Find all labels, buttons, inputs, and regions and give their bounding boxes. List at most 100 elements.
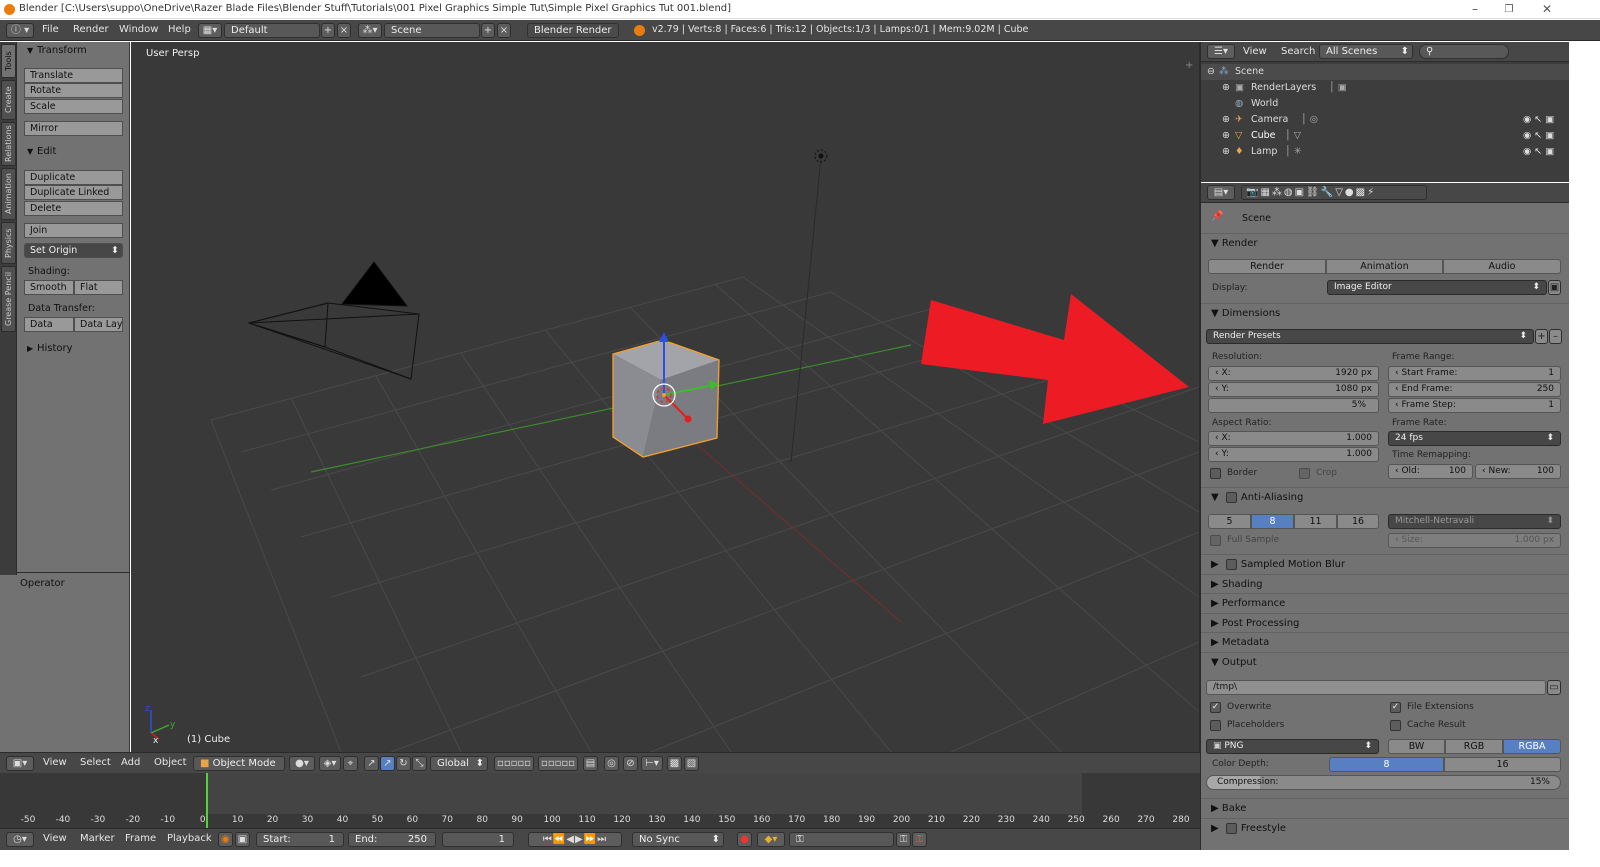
post-processing-panel-header[interactable]: ▶ Post Processing [1201,613,1569,632]
scene-name-field[interactable]: Scene [384,23,480,38]
cache-result-checkbox[interactable] [1390,720,1401,731]
flat-button[interactable]: Flat [74,280,123,295]
menu-select[interactable]: Select [80,757,111,768]
snap-toggle-icon[interactable]: ⊘ [623,756,638,771]
layout-name-field[interactable]: Default [224,23,320,38]
outliner-search-input[interactable]: ⚲ [1419,44,1509,59]
insert-keyframe-icon[interactable]: ⚿ [896,832,911,847]
timeline-menu-frame[interactable]: Frame [125,833,156,844]
border-checkbox[interactable] [1210,468,1221,479]
editor-type-properties-icon[interactable]: ▤▾ [1207,185,1235,200]
object-mode-dropdown[interactable]: ■ Object Mode⬍ [193,756,285,771]
join-button[interactable]: Join [24,223,123,238]
freestyle-panel-header[interactable]: ▶ Freestyle [1201,818,1569,837]
delete-keyframe-icon[interactable]: ⚿ [912,832,927,847]
timeline-menu-marker[interactable]: Marker [80,833,115,844]
color-depth-8[interactable]: 8 [1329,757,1444,772]
outliner-menu-search[interactable]: Search [1281,46,1315,57]
anti-aliasing-checkbox[interactable] [1225,491,1237,503]
placeholders-checkbox[interactable] [1210,720,1221,731]
anti-aliasing-panel-header[interactable]: ▼ Anti-Aliasing [1201,487,1569,506]
animation-button[interactable]: Animation [1326,259,1443,274]
display-dropdown[interactable]: Image Editor ⬍ [1327,280,1547,295]
add-preset-icon[interactable]: + [1535,329,1548,344]
start-frame-field[interactable]: Start: 1 [256,832,344,847]
file-format-dropdown[interactable]: ▣ PNG ⬍ [1206,739,1379,754]
menu-window[interactable]: Window [119,24,158,35]
manipulator-toggle-icon[interactable]: ⌖ [343,756,358,771]
layers-row2-icon[interactable]: ▫▫▫▫▫ [538,756,578,771]
aa-samples-5[interactable]: 5 [1208,514,1251,529]
file-extensions-checkbox[interactable]: ✓ [1390,702,1401,713]
editor-type-info-icon[interactable]: ⓘ ▾ [6,23,34,38]
mirror-button[interactable]: Mirror [24,121,123,136]
record-button-icon[interactable]: ● [737,832,752,847]
outliner-row-cube[interactable]: ⊕ ▽ Cube │ ▽ ◉ ↖ ▣ [1201,128,1569,144]
outliner-row-camera[interactable]: ⊕ ✈ Camera │ ◎ ◉ ↖ ▣ [1201,112,1569,128]
performance-panel-header[interactable]: ▶ Performance [1201,593,1569,612]
outliner-row-scene[interactable]: ⊖ ⁂ Scene [1201,64,1569,80]
freestyle-checkbox[interactable] [1225,822,1237,834]
output-panel-header[interactable]: ▼ Output [1201,652,1569,671]
aa-samples-16[interactable]: 16 [1337,514,1379,529]
add-scene-icon[interactable]: + [481,23,495,38]
data-layout-button[interactable]: Data Layo [74,317,123,332]
history-panel-header[interactable]: ▶ History [17,340,130,358]
set-origin-dropdown[interactable]: Set Origin ⬍ [24,243,123,258]
browse-folder-icon[interactable]: ▭ [1547,680,1561,695]
time-remap-old-field[interactable]: ‹ Old: 100 [1388,464,1473,479]
opengl-anim-icon[interactable]: ▧ [684,756,699,771]
compression-slider[interactable]: Compression: 15% [1206,775,1561,790]
sync-mode-dropdown[interactable]: No Sync ⬍ [632,832,724,847]
time-remap-new-field[interactable]: ‹ New: 100 [1475,464,1561,479]
menu-help[interactable]: Help [168,24,191,35]
render-panel-header[interactable]: ▼ Render [1201,233,1569,252]
lock-range-icon[interactable]: ▣ [235,832,250,847]
aa-size-field[interactable]: ‹ Size: 1.000 px [1388,533,1561,548]
resolution-x-field[interactable]: ‹ X: 1920 px [1208,366,1379,381]
outliner-row-renderlayers[interactable]: ⊕ ▣ RenderLayers │ ▣ [1201,80,1569,96]
menu-file[interactable]: File [42,24,59,35]
outliner-row-lamp[interactable]: ⊕ ♦ Lamp │ ✳ ◉ ↖ ▣ [1201,144,1569,160]
display-options-icon[interactable]: ▣ [1548,280,1561,295]
translate-button[interactable]: Translate [24,68,123,83]
operator-panel-header[interactable]: ▼Operator [0,575,130,593]
aspect-y-field[interactable]: ‹ Y: 1.000 [1208,447,1379,462]
remove-scene-icon[interactable]: × [497,23,511,38]
aa-filter-dropdown[interactable]: Mitchell-Netravali ⬍ [1388,514,1561,529]
pivot-point-icon[interactable]: ◈▾ [319,756,341,771]
translate-manipulator-icon[interactable]: ↗ [364,756,379,771]
editor-type-timeline-icon[interactable]: ◷▾ [6,832,34,847]
transform-panel-header[interactable]: ▼ Transform [17,42,130,60]
scale-widget-icon[interactable]: ⤡ [412,756,427,771]
crop-checkbox[interactable] [1299,468,1310,479]
layers-row1-icon[interactable]: ▫▫▫▫▫ [494,756,534,771]
editor-type-3dview-icon[interactable]: ▣▾ [6,756,34,771]
camera-object[interactable] [247,261,420,380]
duplicate-button[interactable]: Duplicate [24,170,123,185]
metadata-panel-header[interactable]: ▶ Metadata [1201,632,1569,651]
move-widget-icon[interactable]: ↗ [380,756,395,771]
remove-preset-icon[interactable]: – [1549,329,1562,344]
end-frame-field[interactable]: End: 250 [348,832,436,847]
3d-viewport[interactable]: y x z User Persp (1) Cube + [131,42,1199,752]
remove-layout-icon[interactable]: × [337,23,351,38]
tab-grease-pencil[interactable]: Grease Pencil [1,266,16,332]
smooth-button[interactable]: Smooth [24,280,74,295]
tab-create[interactable]: Create [1,80,16,120]
preview-range-icon[interactable]: ◉ [218,832,233,847]
end-frame-prop-field[interactable]: ‹ End Frame: 250 [1388,382,1561,397]
transform-orientation-dropdown[interactable]: Global ⬍ [430,756,488,771]
frame-step-field[interactable]: ‹ Frame Step: 1 [1388,398,1561,413]
active-keying-set-field[interactable]: ⚿ [789,832,894,847]
timeline-area[interactable]: -50 -40 -30 -20 -10 0 10 20 30 40 50 60 70 80 90 100 110… [0,773,1200,828]
dimensions-panel-header[interactable]: ▼ Dimensions [1201,303,1569,322]
proportional-edit-icon[interactable]: ◎ [604,756,619,771]
motion-blur-checkbox[interactable] [1225,558,1237,570]
output-path-input[interactable]: /tmp\ [1206,680,1546,695]
resolution-percentage-slider[interactable]: 5% [1208,398,1379,413]
shading-panel-header[interactable]: ▶ Shading [1201,574,1569,593]
tab-physics[interactable]: Physics [1,222,16,264]
rotate-button[interactable]: Rotate [24,83,123,98]
resolution-y-field[interactable]: ‹ Y: 1080 px [1208,382,1379,397]
